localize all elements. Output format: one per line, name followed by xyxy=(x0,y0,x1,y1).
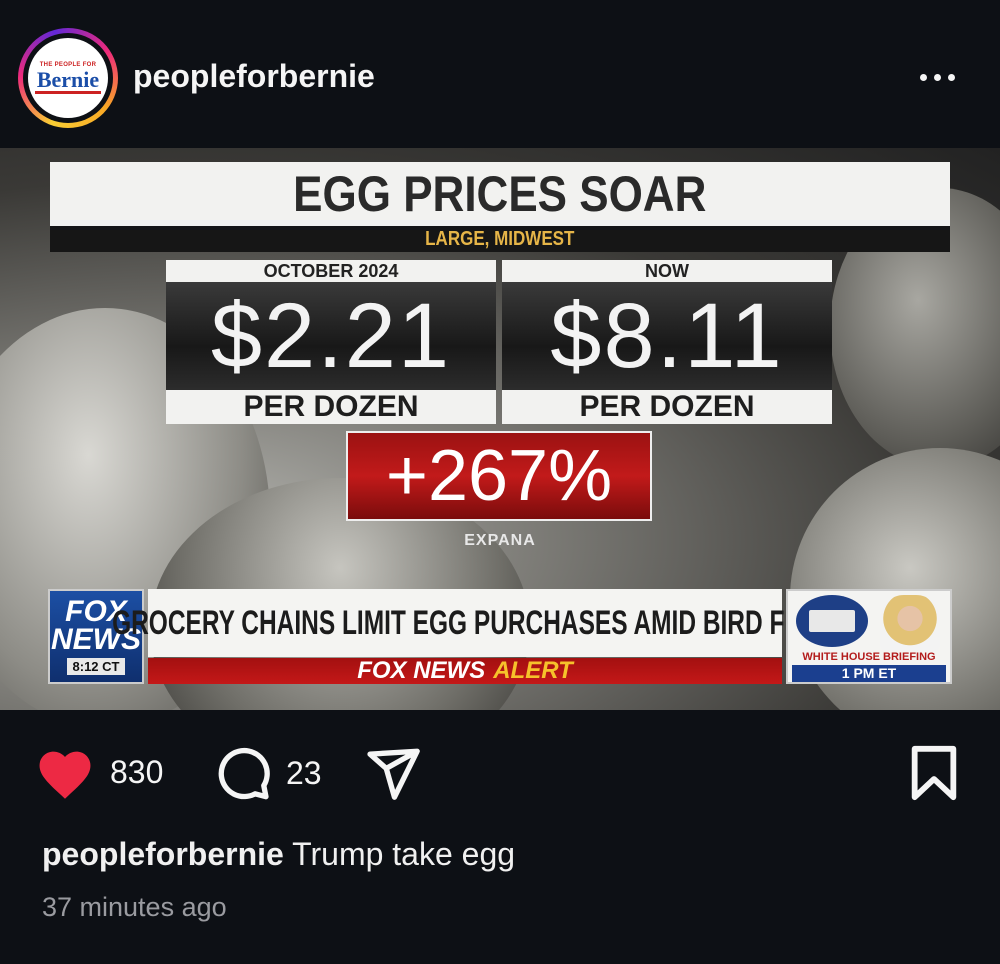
post-timestamp: 37 minutes ago xyxy=(42,892,227,922)
price-before-unit: PER DOZEN xyxy=(166,390,496,424)
price-now-caption: NOW xyxy=(502,260,832,282)
news-headline: GROCERY CHAINS LIMIT EGG PURCHASES AMID … xyxy=(113,589,817,657)
graphic-title: EGG PRICES SOAR xyxy=(50,162,950,226)
username[interactable]: peopleforbernie xyxy=(133,58,375,95)
price-before-value: $2.21 xyxy=(166,282,496,390)
data-source: EXPANA xyxy=(464,532,536,549)
like-button[interactable]: 830 xyxy=(34,744,163,800)
comment-icon[interactable] xyxy=(214,744,272,802)
share-icon[interactable] xyxy=(364,744,422,802)
like-count: 830 xyxy=(110,753,164,790)
news-alert-bar: FOX NEWS ALERT xyxy=(148,657,782,684)
more-options-icon[interactable] xyxy=(920,62,968,92)
price-now-unit: PER DOZEN xyxy=(502,390,832,424)
comment-count: 23 xyxy=(286,754,322,791)
save-button[interactable] xyxy=(908,744,960,807)
avatar[interactable]: THE PEOPLE FOR Bernie xyxy=(18,28,118,128)
percent-change: +267% xyxy=(346,431,652,521)
price-before-caption: OCTOBER 2024 xyxy=(166,260,496,282)
price-now-value: $8.11 xyxy=(502,282,832,390)
bookmark-icon[interactable] xyxy=(908,744,960,802)
post-media[interactable]: EGG PRICES SOAR LARGE, MIDWEST OCTOBER 2… xyxy=(0,148,1000,710)
caption-username[interactable]: peopleforbernie xyxy=(42,836,284,872)
price-now: NOW $8.11 PER DOZEN xyxy=(502,260,832,424)
post-actions: 830 23 xyxy=(0,730,1000,820)
white-house-seal-icon xyxy=(796,595,868,647)
post-header: THE PEOPLE FOR Bernie peopleforbernie xyxy=(0,0,1000,150)
broadcast-time: 8:12 CT xyxy=(66,658,126,675)
graphic-subtitle: LARGE, MIDWEST xyxy=(50,226,950,252)
price-before: OCTOBER 2024 $2.21 PER DOZEN xyxy=(166,260,496,424)
avatar-logo: Bernie xyxy=(34,67,102,94)
comment-button[interactable]: 23 xyxy=(214,744,322,802)
heart-icon[interactable] xyxy=(34,744,96,800)
speaker-thumbnail xyxy=(880,595,940,651)
caption-text: Trump take egg xyxy=(292,836,516,872)
share-button[interactable] xyxy=(364,744,422,802)
white-house-briefing-box: WHITE HOUSE BRIEFING 1 PM ET xyxy=(786,589,952,684)
post-caption: peopleforbernie Trump take egg xyxy=(42,836,515,873)
